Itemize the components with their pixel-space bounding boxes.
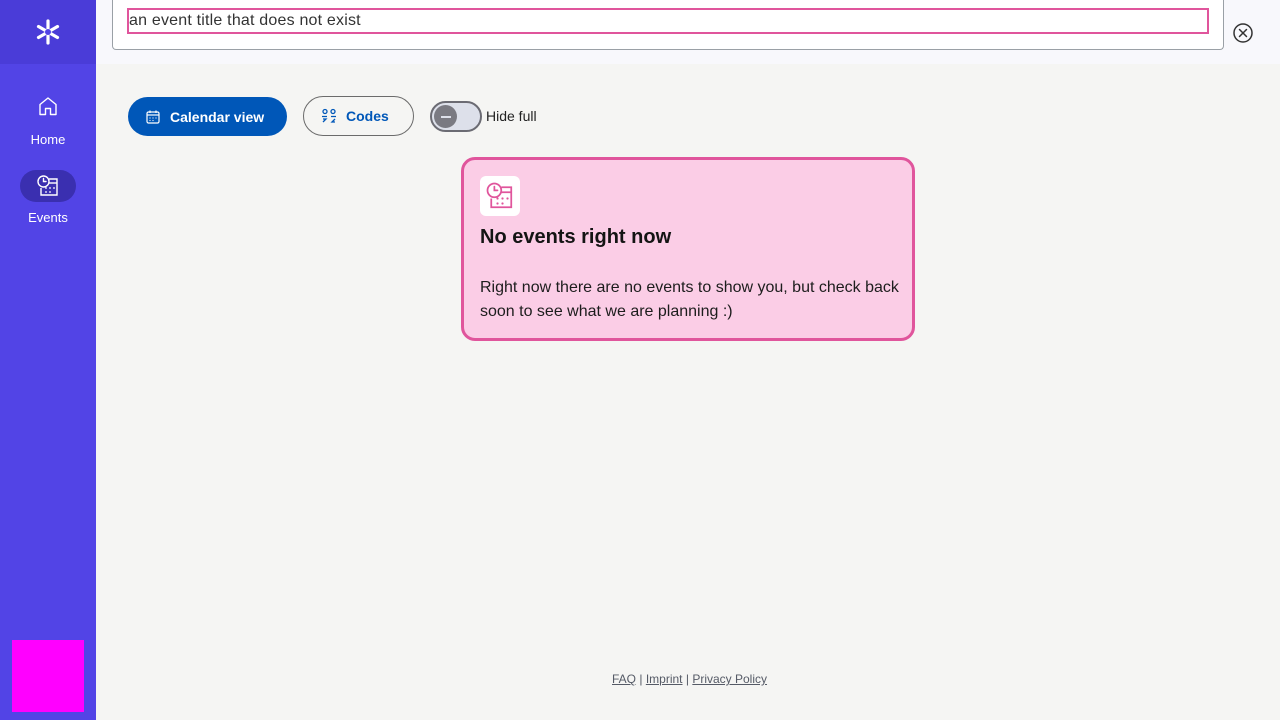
codes-label: Codes [346,108,389,124]
events-icon [486,182,513,209]
faq-link[interactable]: FAQ [612,672,636,686]
home-icon [39,97,57,116]
calendar-view-button[interactable]: Calendar view [128,97,287,136]
sidebar: Home Events [0,0,96,720]
search-field [112,0,1224,50]
placeholder-box [12,640,84,712]
sidebar-item-events-icon-wrap [20,170,76,202]
calendar-icon [146,110,160,124]
header [96,0,1280,64]
imprint-link[interactable]: Imprint [646,672,683,686]
sidebar-item-home-icon-wrap [20,90,76,122]
sidebar-item-home[interactable]: Home [0,90,96,147]
hide-full-toggle[interactable] [430,101,482,132]
codes-icon [322,108,336,123]
toggle-knob [434,105,457,128]
calendar-view-label: Calendar view [170,108,265,125]
search-input[interactable] [127,8,1209,34]
sidebar-item-label: Events [28,210,68,225]
footer-separator: | [685,672,689,686]
footer: FAQ | Imprint | Privacy Policy [612,672,767,686]
codes-button[interactable]: Codes [303,96,414,136]
asterisk-logo-icon [36,19,60,45]
events-icon [37,175,58,196]
empty-state-icon-wrap [480,176,520,216]
empty-state-card: No events right now Right now there are … [461,157,915,341]
clear-search-button[interactable] [1232,22,1254,44]
sidebar-item-label: Home [30,132,66,147]
hide-full-label: Hide full [486,108,537,124]
empty-state-text: Right now there are no events to show yo… [480,279,899,320]
sidebar-item-events[interactable]: Events [0,170,96,225]
close-circle-icon [1233,23,1253,43]
logo[interactable] [0,0,96,64]
privacy-policy-link[interactable]: Privacy Policy [692,672,767,686]
footer-separator: | [639,672,643,686]
empty-state-title: No events right now [480,226,672,248]
